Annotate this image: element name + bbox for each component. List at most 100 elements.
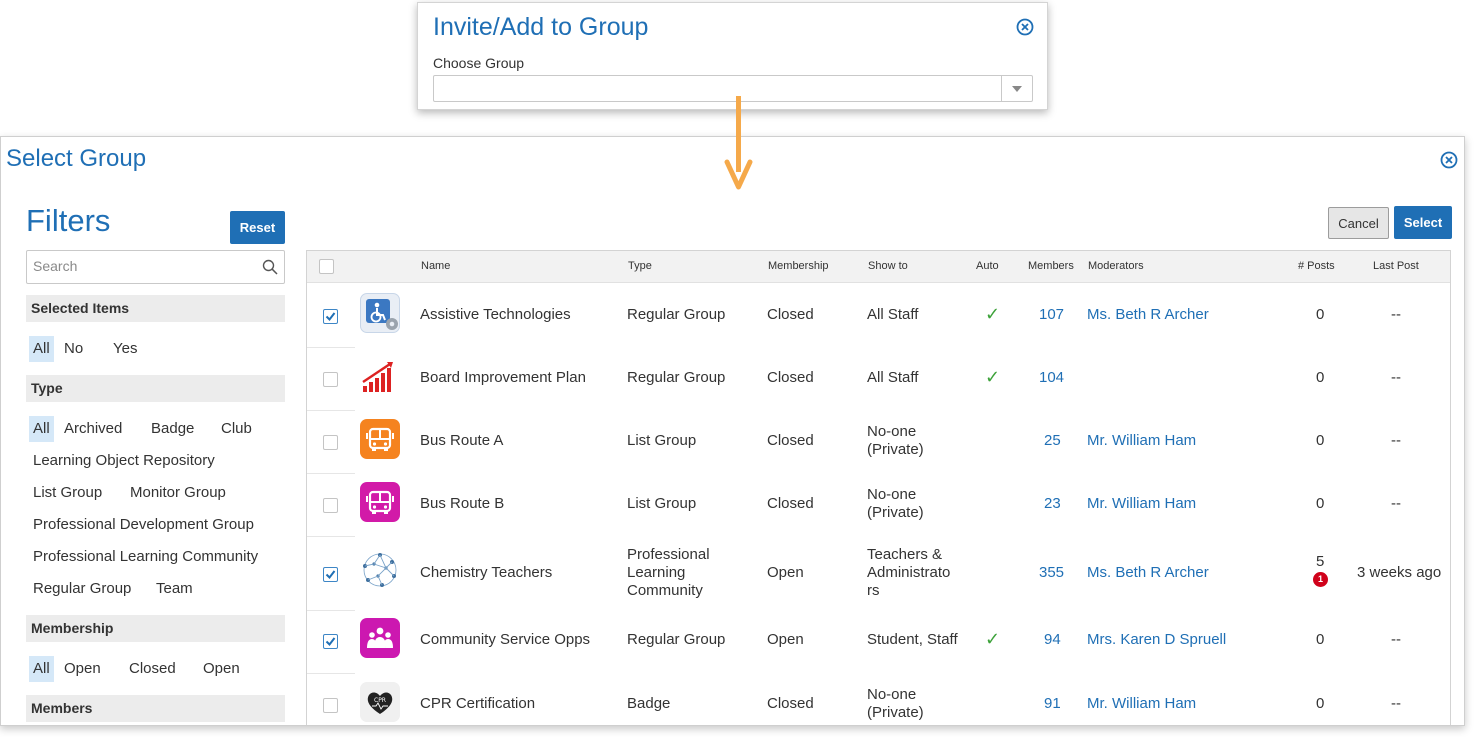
column-header-moderators[interactable]: Moderators [1088, 260, 1144, 272]
group-type: List Group [627, 495, 697, 512]
invite-dialog-title: Invite/Add to Group [433, 13, 649, 41]
row-checkbox[interactable] [323, 372, 338, 387]
group-members-count[interactable]: 91 [1044, 695, 1061, 713]
group-show-to: Student, Staff [867, 631, 958, 648]
table-row[interactable]: CPR CPR Certification Badge Closed No-on… [307, 673, 1450, 725]
group-last-post: -- [1391, 631, 1401, 648]
filter-section-selected-items: Selected Items [26, 295, 285, 322]
bar-chart-icon [360, 356, 400, 396]
select-all-checkbox[interactable] [319, 259, 334, 274]
group-name[interactable]: Board Improvement Plan [420, 369, 586, 387]
filter-option-team[interactable]: Team [152, 576, 197, 602]
group-members-count[interactable]: 355 [1039, 564, 1064, 582]
group-moderator[interactable]: Ms. Beth R Archer [1087, 564, 1209, 582]
filter-option-all[interactable]: All [29, 656, 54, 682]
filter-option-monitor-group[interactable]: Monitor Group [126, 480, 230, 506]
column-header-name[interactable]: Name [421, 260, 450, 272]
checkmark-icon [325, 637, 336, 647]
group-membership: Closed [767, 369, 814, 386]
row-checkbox[interactable] [323, 309, 338, 324]
dropdown-toggle[interactable] [1001, 76, 1032, 101]
filter-option-open[interactable]: Open [60, 656, 105, 682]
row-checkbox[interactable] [323, 698, 338, 713]
row-checkbox[interactable] [323, 567, 338, 582]
group-type: Regular Group [627, 369, 726, 386]
filter-option-regular-group[interactable]: Regular Group [29, 576, 135, 602]
checkmark-icon [325, 570, 336, 580]
column-header-membership[interactable]: Membership [768, 260, 829, 272]
choose-group-label: Choose Group [433, 55, 525, 71]
group-name[interactable]: CPR Certification [420, 695, 535, 713]
filter-option-all[interactable]: All [29, 336, 54, 362]
group-name[interactable]: Chemistry Teachers [420, 564, 552, 582]
reset-button[interactable]: Reset [230, 211, 285, 244]
group-last-post: -- [1391, 306, 1401, 323]
group-show-to: No-one (Private) [867, 486, 924, 521]
group-members-count[interactable]: 107 [1039, 306, 1064, 324]
row-checkbox[interactable] [323, 634, 338, 649]
group-moderator[interactable]: Mr. William Ham [1087, 432, 1196, 450]
column-header-show-to[interactable]: Show to [868, 260, 908, 272]
filter-option-pd-group[interactable]: Professional Development Group [29, 512, 258, 538]
group-type: Regular Group [627, 631, 726, 648]
group-members-count[interactable]: 104 [1039, 369, 1064, 387]
filter-option-list-group[interactable]: List Group [29, 480, 106, 506]
close-icon[interactable] [1016, 18, 1034, 36]
filter-section-type: Type [26, 375, 285, 402]
search-input[interactable] [33, 251, 253, 281]
row-checkbox[interactable] [323, 498, 338, 513]
column-header-last-post[interactable]: Last Post [1373, 260, 1419, 272]
filter-search[interactable] [26, 250, 285, 284]
filter-section-membership: Membership [26, 615, 285, 642]
table-row[interactable]: Bus Route A List Group Closed No-one (Pr… [307, 410, 1450, 473]
column-header-posts[interactable]: # Posts [1298, 260, 1335, 272]
group-members-count[interactable]: 23 [1044, 495, 1061, 513]
filter-option-lor[interactable]: Learning Object Repository [29, 448, 219, 474]
table-row[interactable]: Community Service Opps Regular Group Ope… [307, 610, 1450, 673]
table-row[interactable]: Assistive Technologies Regular Group Clo… [307, 284, 1450, 347]
column-header-members[interactable]: Members [1028, 260, 1074, 272]
filter-option-all[interactable]: All [29, 416, 54, 442]
table-row[interactable]: Bus Route B List Group Closed No-one (Pr… [307, 473, 1450, 536]
filter-option-closed[interactable]: Closed [125, 656, 180, 682]
group-membership: Closed [767, 495, 814, 512]
group-members-count[interactable]: 94 [1044, 631, 1061, 649]
group-members-count[interactable]: 25 [1044, 432, 1061, 450]
filter-option-badge[interactable]: Badge [147, 416, 198, 442]
group-posts: 0 [1316, 306, 1325, 323]
filter-option-archived[interactable]: Archived [60, 416, 126, 442]
group-name[interactable]: Bus Route A [420, 432, 503, 450]
group-show-to: No-one (Private) [867, 423, 924, 458]
cancel-button[interactable]: Cancel [1328, 207, 1389, 239]
group-show-to: Teachers & Administrato rs [867, 546, 951, 599]
group-name[interactable]: Community Service Opps [420, 631, 590, 649]
filter-option-yes[interactable]: Yes [109, 336, 141, 362]
group-posts: 0 [1316, 369, 1325, 386]
table-row[interactable]: Chemistry Teachers Professional Learning… [307, 536, 1450, 610]
group-posts: 0 [1316, 695, 1325, 712]
cpr-heart-icon: CPR [360, 682, 400, 722]
group-last-post: -- [1391, 695, 1401, 712]
auto-check-icon: ✓ [985, 629, 1001, 649]
group-membership: Closed [767, 306, 814, 323]
table-row[interactable]: Board Improvement Plan Regular Group Clo… [307, 347, 1450, 410]
group-type: Badge [627, 695, 671, 712]
close-icon[interactable] [1440, 151, 1458, 169]
group-name[interactable]: Bus Route B [420, 495, 504, 513]
filter-option-club[interactable]: Club [217, 416, 256, 442]
group-last-post: -- [1391, 432, 1401, 449]
group-moderator[interactable]: Mrs. Karen D Spruell [1087, 631, 1226, 649]
group-name[interactable]: Assistive Technologies [420, 306, 571, 324]
filter-option-plc[interactable]: Professional Learning Community [29, 544, 262, 570]
group-moderator[interactable]: Mr. William Ham [1087, 695, 1196, 713]
search-icon[interactable] [262, 259, 278, 275]
filter-option-no[interactable]: No [60, 336, 87, 362]
group-show-to: All Staff [867, 369, 919, 386]
filter-option-open[interactable]: Open [199, 656, 244, 682]
row-checkbox[interactable] [323, 435, 338, 450]
column-header-type[interactable]: Type [628, 260, 652, 272]
column-header-auto[interactable]: Auto [976, 260, 999, 272]
select-button[interactable]: Select [1394, 206, 1452, 239]
group-moderator[interactable]: Ms. Beth R Archer [1087, 306, 1209, 324]
group-moderator[interactable]: Mr. William Ham [1087, 495, 1196, 513]
